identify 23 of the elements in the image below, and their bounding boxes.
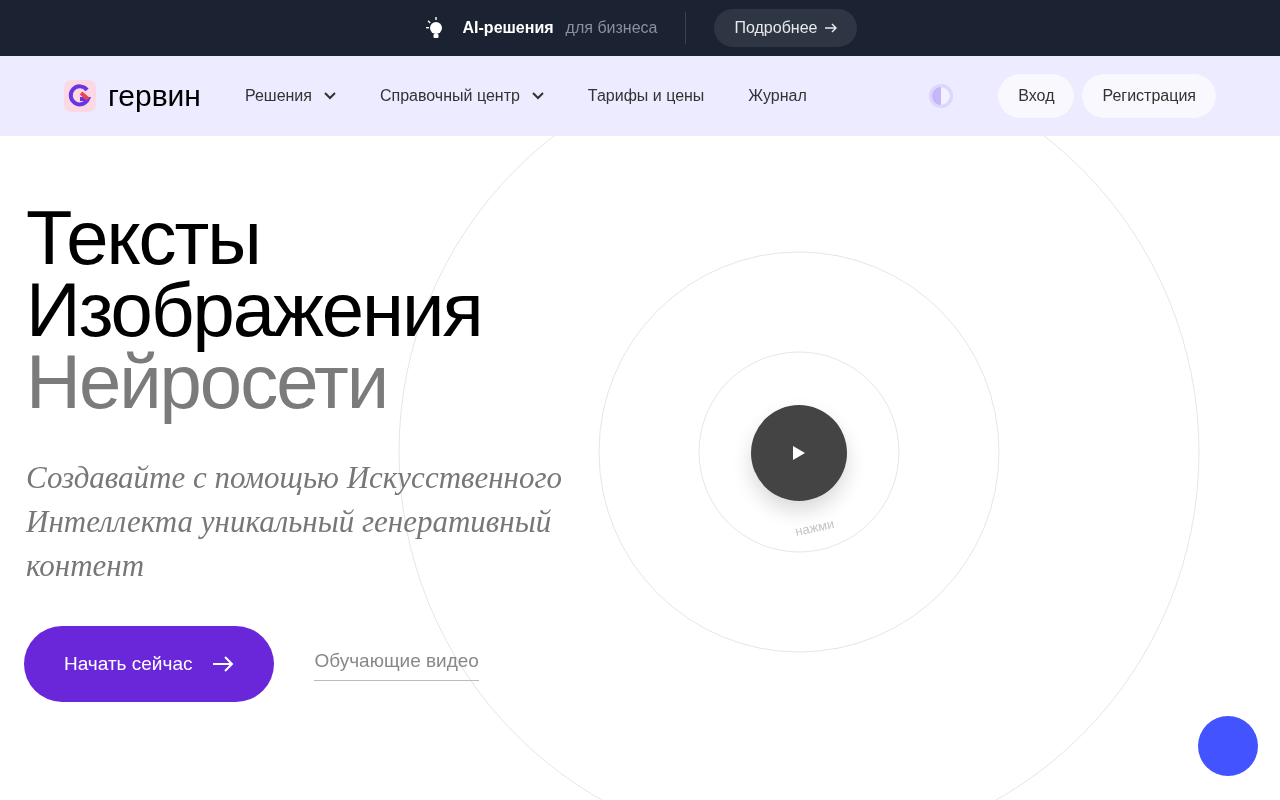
nav-link[interactable]: Решения bbox=[244, 84, 336, 108]
chevron-down-icon bbox=[531, 92, 544, 100]
promo-title: AI-решения bbox=[462, 18, 554, 38]
tutorial-video-link[interactable]: Обучающие видео bbox=[314, 647, 479, 681]
chat-button[interactable] bbox=[1198, 716, 1258, 776]
headline-line: Тексты bbox=[26, 194, 261, 280]
logo-text[interactable]: гервин bbox=[108, 81, 201, 111]
play-hint: нажми bbox=[793, 515, 836, 541]
start-button[interactable]: Начать сейчас bbox=[24, 626, 275, 702]
arrow-right-icon bbox=[212, 656, 235, 672]
arrow-right-icon bbox=[825, 23, 838, 33]
logo-icon bbox=[64, 80, 96, 112]
nav-link[interactable]: Журнал bbox=[748, 84, 807, 108]
nav-link[interactable]: Справочный центр bbox=[379, 84, 544, 108]
chevron-down-icon bbox=[323, 92, 336, 100]
register-button[interactable]: Регистрация bbox=[1082, 74, 1216, 118]
theme-toggle-icon[interactable] bbox=[928, 83, 955, 109]
hero-subtitle: Создавайте с помощью Искусственного Интеллекта уникальный генеративный контент bbox=[26, 459, 564, 585]
nav-link[interactable]: Тарифы и цены bbox=[587, 84, 705, 108]
more-button[interactable]: Подробнее bbox=[714, 9, 858, 47]
login-button[interactable]: Вход bbox=[998, 74, 1075, 118]
promo-subtitle: для бизнеса bbox=[565, 18, 658, 38]
play-icon bbox=[792, 445, 806, 461]
